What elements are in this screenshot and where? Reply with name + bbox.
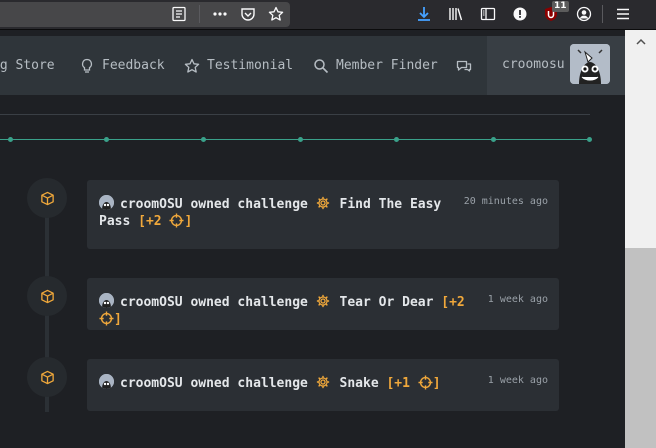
nav-item-label: Testimonial	[207, 58, 294, 73]
more-actions-icon[interactable]	[210, 4, 230, 24]
nav-username: croomosu	[502, 57, 565, 72]
points-close: ]	[432, 376, 441, 391]
activity-card: croomOSU owned challenge Snake [+1 ] 1 w…	[87, 359, 559, 411]
points-award: [+1 ]	[386, 375, 441, 391]
sidebar-icon[interactable]	[478, 4, 498, 24]
chart-point	[8, 137, 13, 142]
activity-verb: owned challenge	[190, 197, 308, 212]
star-icon	[184, 58, 200, 73]
points-value: [+1	[386, 376, 410, 391]
points-value: [+2	[138, 214, 162, 229]
nav-item-swag-store[interactable]: ag Store	[0, 36, 55, 95]
points-value: [+2	[441, 295, 465, 310]
user-avatar-icon[interactable]	[99, 195, 114, 210]
timeline-cube-icon	[27, 178, 67, 218]
hamburger-menu-icon[interactable]	[613, 4, 633, 24]
crosshair-icon	[418, 375, 433, 390]
pocket-icon[interactable]	[238, 4, 258, 24]
lightbulb-icon	[81, 58, 93, 73]
timeline-cube-icon	[27, 276, 67, 316]
avatar[interactable]	[570, 44, 610, 84]
scroll-up-arrow-icon[interactable]	[625, 37, 656, 53]
chart-point	[394, 137, 399, 142]
chart-point	[104, 137, 109, 142]
activity-verb: owned challenge	[190, 295, 308, 310]
user-avatar-icon[interactable]	[99, 374, 114, 389]
gear-icon	[316, 196, 329, 210]
activity-text: croomOSU owned challenge Snake [+1 ]	[99, 374, 449, 392]
downloads-icon[interactable]	[414, 4, 434, 24]
activity-text: croomOSU owned challenge Find The Easy P…	[99, 195, 449, 230]
activity-time: 1 week ago	[487, 294, 548, 305]
activity-text: croomOSU owned challenge Tear Or Dear [+…	[99, 293, 484, 328]
bookmark-star-icon[interactable]	[266, 4, 286, 24]
scrollbar-thumb[interactable]	[625, 248, 656, 448]
activity-time: 20 minutes ago	[463, 196, 548, 207]
account-icon[interactable]	[574, 4, 594, 24]
activity-chart-line	[0, 139, 590, 140]
points-award: [+2 ]	[138, 213, 193, 229]
challenge-name[interactable]: Tear Or Dear	[340, 295, 434, 310]
toolbar-separator	[199, 5, 200, 23]
challenge-name[interactable]: Snake	[340, 376, 379, 391]
search-icon	[314, 58, 329, 73]
activity-card: croomOSU owned challenge Find The Easy P…	[87, 180, 559, 249]
page-scrollbar[interactable]	[625, 30, 656, 448]
activity-user[interactable]: croomOSU	[120, 376, 183, 391]
library-icon[interactable]	[446, 4, 466, 24]
crosshair-icon	[99, 311, 114, 326]
timeline-cube-icon	[27, 357, 67, 397]
activity-user[interactable]: croomOSU	[120, 197, 183, 212]
nav-item-chat[interactable]	[456, 36, 479, 95]
gear-icon	[316, 375, 329, 389]
chart-point	[587, 137, 592, 142]
gear-icon	[316, 294, 329, 308]
activity-time: 1 week ago	[487, 375, 548, 386]
toolbar-separator	[602, 5, 603, 23]
screen: 11 ag Store Feedback Testimonial Member …	[0, 0, 656, 448]
privacy-icon[interactable]	[510, 4, 530, 24]
chart-point	[201, 137, 206, 142]
user-avatar-icon[interactable]	[99, 293, 114, 308]
activity-card: croomOSU owned challenge Tear Or Dear [+…	[87, 278, 559, 330]
chart-point	[491, 137, 496, 142]
points-close: ]	[114, 312, 122, 327]
reader-view-icon[interactable]	[169, 4, 189, 24]
nav-item-label: Feedback	[102, 58, 165, 73]
chart-point	[298, 137, 303, 142]
site-navbar: ag Store Feedback Testimonial Member Fin…	[0, 36, 625, 95]
nav-item-label: ag Store	[0, 58, 55, 73]
crosshair-icon	[169, 213, 184, 228]
activity-verb: owned challenge	[190, 376, 308, 391]
nav-item-member-finder[interactable]: Member Finder	[313, 36, 438, 95]
nav-item-feedback[interactable]: Feedback	[79, 36, 165, 95]
section-divider	[0, 114, 590, 115]
browser-toolbar: 11	[0, 0, 656, 30]
nav-item-label: Member Finder	[336, 58, 438, 73]
ublock-badge: 11	[552, 1, 569, 12]
points-close: ]	[184, 214, 193, 229]
user-menu[interactable]: croomosu	[487, 36, 625, 95]
chat-icon	[456, 60, 472, 72]
nav-item-testimonial[interactable]: Testimonial	[184, 36, 293, 95]
activity-user[interactable]: croomOSU	[120, 295, 183, 310]
